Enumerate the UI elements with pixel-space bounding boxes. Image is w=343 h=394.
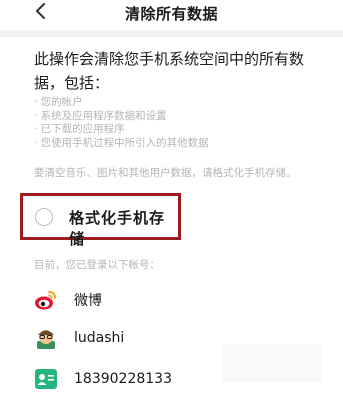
format-storage-label: 格式化手机存储 bbox=[69, 209, 166, 248]
format-note: 要清空音乐、图片和其他用户数据，请格式化手机存储。 bbox=[34, 167, 297, 179]
list-item: · 您使用手机过程中所引入的其他数据 bbox=[34, 136, 209, 149]
ludashi-avatar-icon bbox=[34, 326, 58, 350]
account-name: 微博 bbox=[74, 293, 102, 309]
contact-card-icon bbox=[34, 367, 58, 391]
list-item: · 系统及应用程序数据和设置 bbox=[34, 109, 167, 122]
clear-data-screen: 清除所有数据 此操作会清除您手机系统空间中的所有数据，包括： · 您的帐户 · … bbox=[0, 0, 343, 394]
list-item: · 已下载的应用程序 bbox=[34, 123, 125, 135]
page-title: 清除所有数据 bbox=[124, 5, 218, 23]
format-storage-radio[interactable] bbox=[35, 208, 53, 226]
account-row-weibo: 微博 bbox=[34, 287, 314, 313]
accounts-header: 目前，您已登录以下帐号： bbox=[34, 259, 160, 271]
header-divider bbox=[0, 30, 343, 37]
list-item: · 您的帐户 bbox=[34, 96, 83, 108]
watermark-overlay bbox=[222, 344, 322, 382]
weibo-icon bbox=[34, 288, 58, 312]
warning-description: 此操作会清除您手机系统空间中的所有数据，包括： bbox=[34, 50, 305, 92]
account-name: 18390228133 bbox=[74, 371, 172, 387]
top-bar: 清除所有数据 bbox=[0, 0, 343, 28]
data-items-list: · 您的帐户 · 系统及应用程序数据和设置 · 已下载的应用程序 · 您使用手机… bbox=[34, 96, 324, 150]
format-storage-option[interactable]: 格式化手机存储 bbox=[20, 193, 181, 248]
account-name: ludashi bbox=[74, 330, 125, 346]
